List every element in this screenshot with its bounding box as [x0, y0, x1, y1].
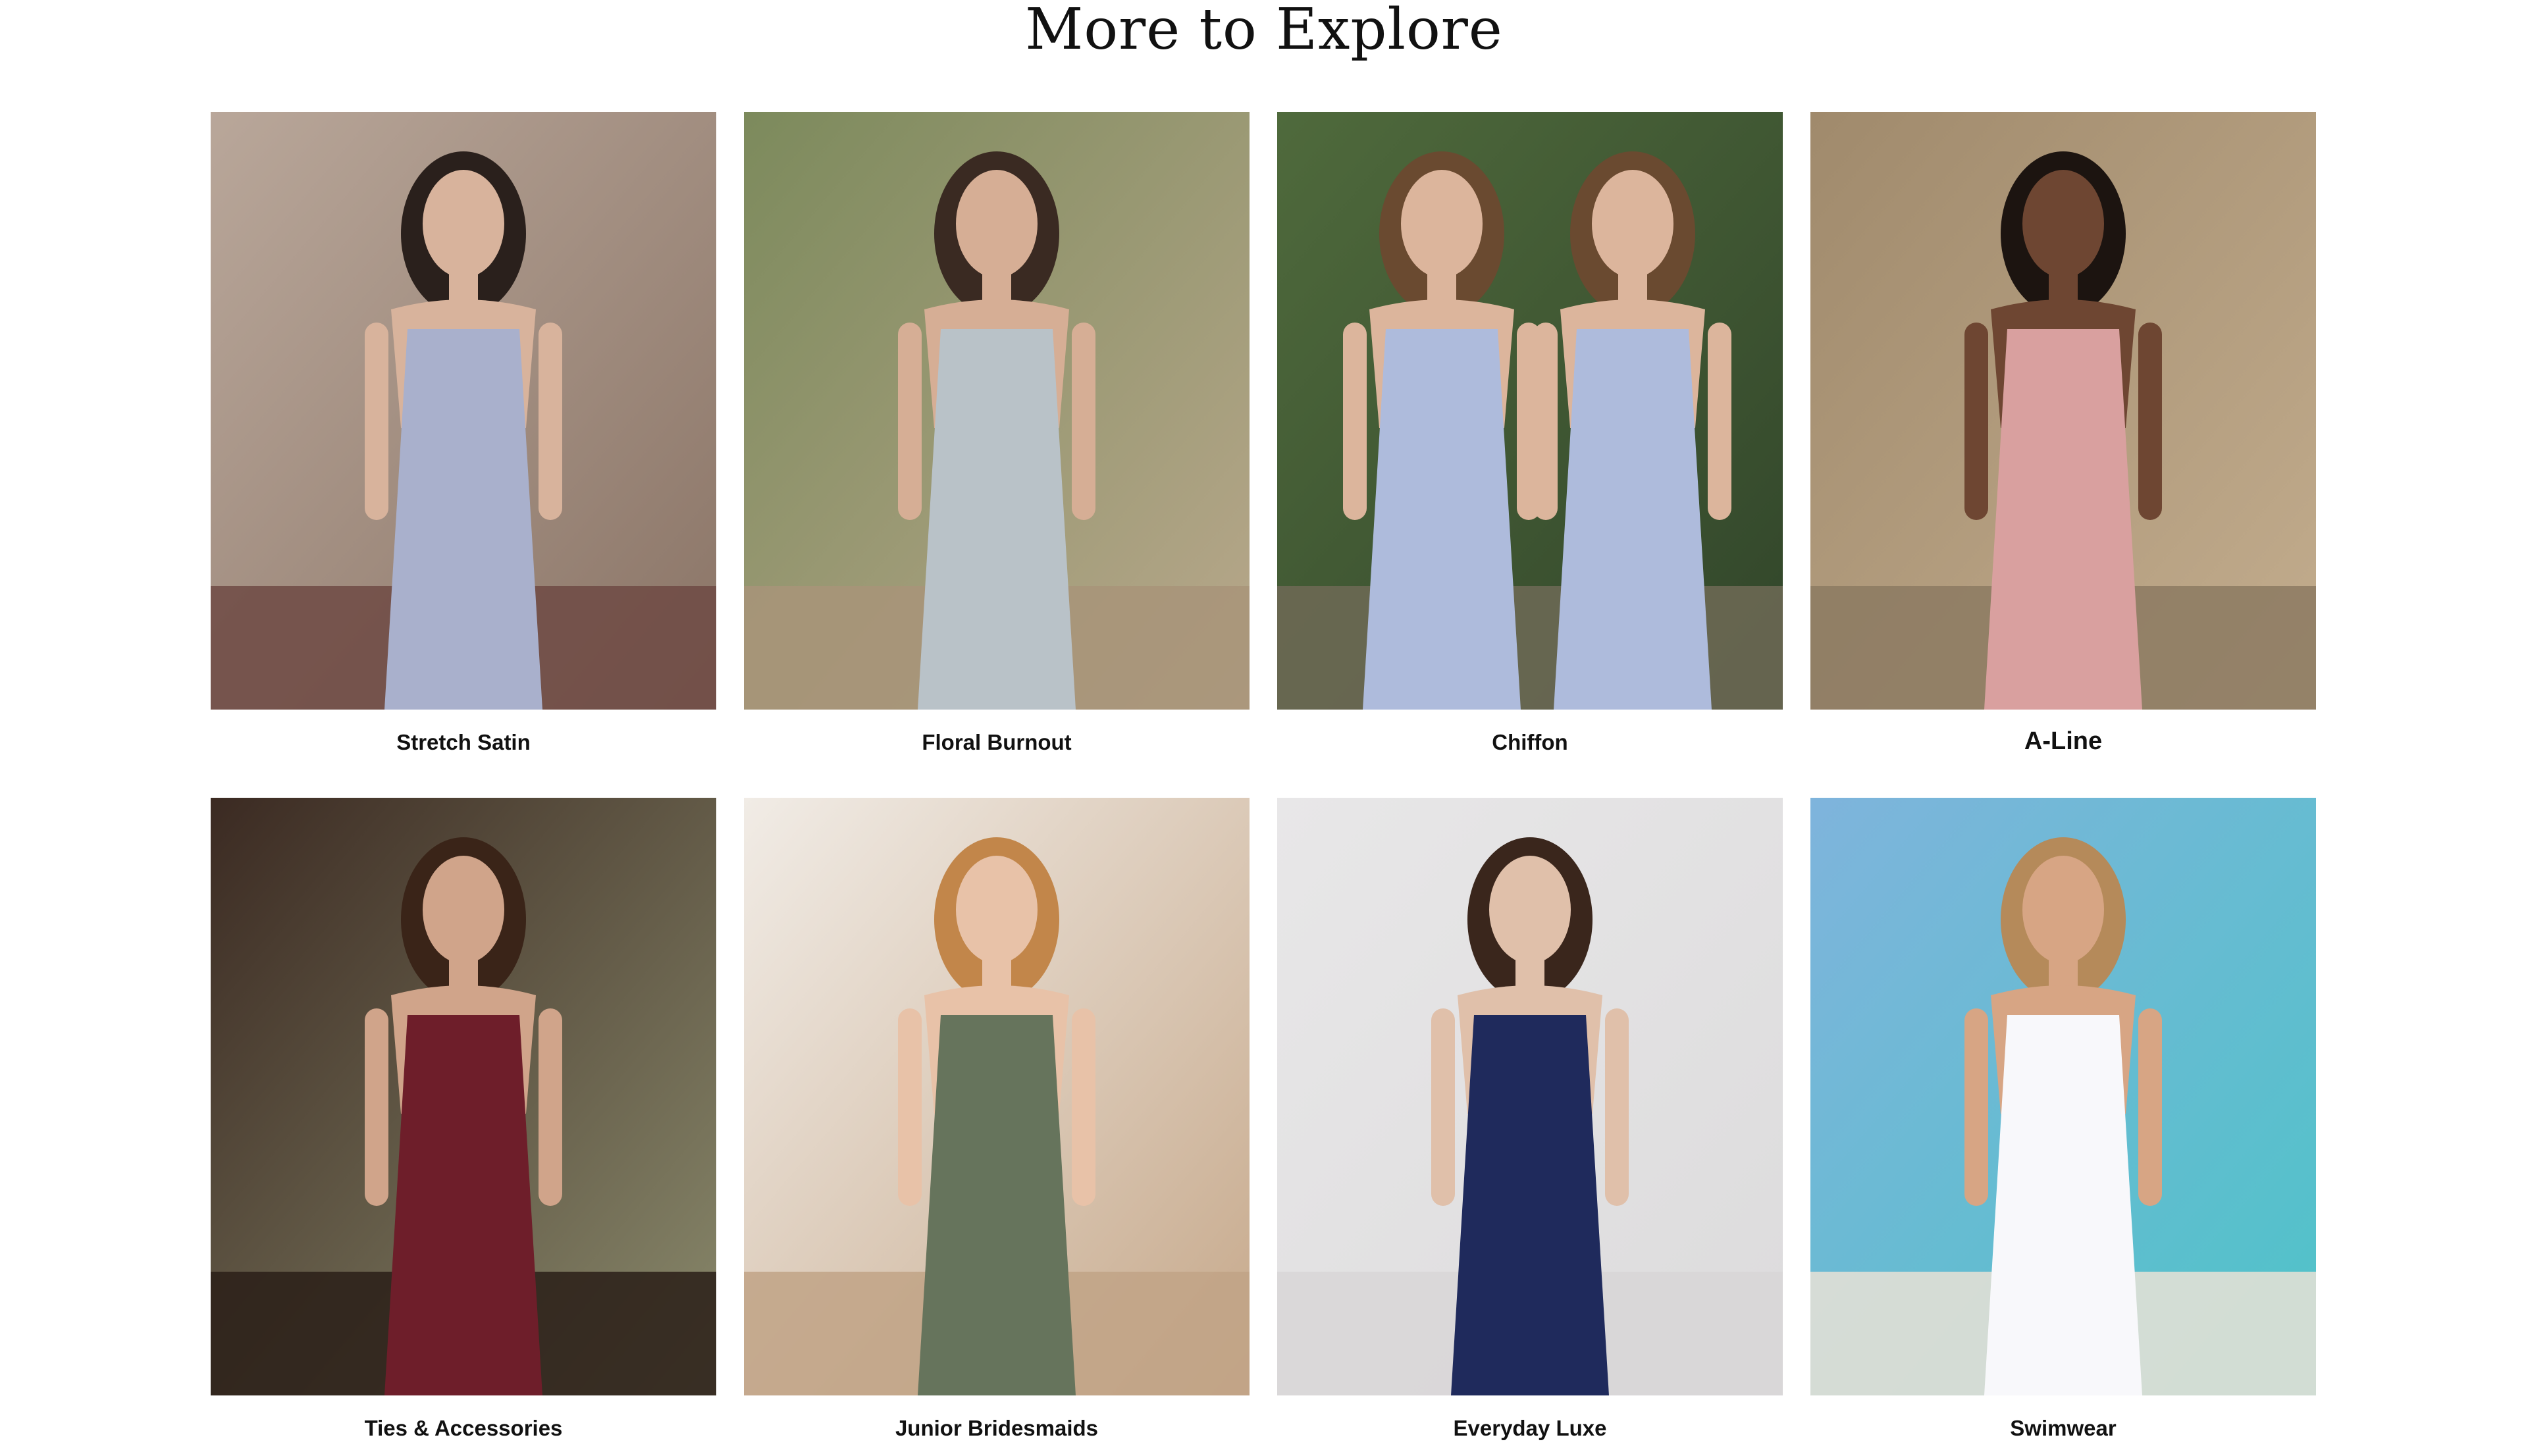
category-label[interactable]: Junior Bridesmaids [744, 1414, 1250, 1443]
category-label[interactable]: Swimwear [1810, 1414, 2316, 1443]
category-label[interactable]: Chiffon [1277, 728, 1783, 757]
category-label[interactable]: Floral Burnout [744, 728, 1250, 757]
category-label[interactable]: Ties & Accessories [211, 1414, 716, 1443]
category-card-stretch-satin[interactable]: Stretch Satin [211, 112, 716, 770]
section-title: More to Explore [1025, 0, 1503, 63]
two-models-periwinkle-dresses-photo[interactable] [1277, 112, 1783, 710]
category-card-chiffon[interactable]: Chiffon [1277, 112, 1783, 770]
model-lavender-satin-dress-photo[interactable] [211, 112, 716, 710]
category-label[interactable]: A-Line [1810, 727, 2316, 756]
category-label[interactable]: Everyday Luxe [1277, 1414, 1783, 1443]
model-silver-jacquard-dress-photo[interactable] [744, 112, 1250, 710]
category-card-swimwear[interactable]: Swimwear [1810, 798, 2316, 1456]
category-card-floral-burnout[interactable]: Floral Burnout [744, 112, 1250, 770]
man-burgundy-suit-photo[interactable] [211, 798, 716, 1395]
model-blush-one-shoulder-gown-photo[interactable] [1810, 112, 2316, 710]
category-card-everyday-luxe[interactable]: Everyday Luxe [1277, 798, 1783, 1456]
category-grid: Stretch Satin Floral Burnout Chiffon A-L… [211, 112, 2317, 1456]
category-card-ties-accessories[interactable]: Ties & Accessories [211, 798, 716, 1456]
girl-sage-green-dress-photo[interactable] [744, 798, 1250, 1395]
category-card-junior-bridesmaids[interactable]: Junior Bridesmaids [744, 798, 1250, 1456]
model-white-swimsuit-beach-photo[interactable] [1810, 798, 2316, 1395]
category-card-a-line[interactable]: A-Line [1810, 112, 2316, 770]
model-navy-slip-dress-cape-photo[interactable] [1277, 798, 1783, 1395]
category-label[interactable]: Stretch Satin [211, 728, 716, 757]
